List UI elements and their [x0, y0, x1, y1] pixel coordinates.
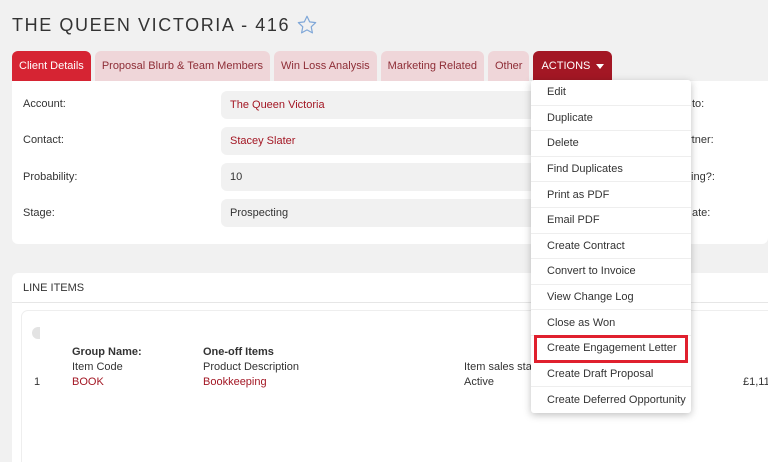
tab-client-details[interactable]: Client Details: [12, 51, 91, 81]
column-header-product-description: Product Description: [203, 361, 299, 373]
tab-bar: Client Details Proposal Blurb & Team Mem…: [12, 51, 613, 81]
right-label-2: rtner:: [688, 134, 714, 146]
account-value[interactable]: The Queen Victoria: [230, 99, 325, 111]
tab-label: Marketing Related: [387, 60, 477, 72]
tab-other[interactable]: Other: [487, 51, 530, 81]
menu-item-create-deferred-opportunity[interactable]: Create Deferred Opportunity: [531, 387, 691, 413]
tab-label: ACTIONS: [541, 60, 591, 72]
column-header-item-code: Item Code: [72, 361, 123, 373]
stage-field[interactable]: Prospecting: [221, 199, 551, 227]
title-row: THE QUEEN VICTORIA - 416: [12, 14, 318, 36]
actions-menu: Edit Duplicate Delete Find Duplicates Pr…: [531, 80, 691, 413]
menu-item-create-contract[interactable]: Create Contract: [531, 234, 691, 260]
column-header-item-sales-stage: Item sales stag: [464, 361, 538, 373]
account-field[interactable]: The Queen Victoria: [221, 91, 551, 119]
page-title: THE QUEEN VICTORIA - 416: [12, 14, 291, 35]
caret-down-icon: [596, 64, 605, 69]
item-status: Active: [464, 376, 494, 388]
product-description-link[interactable]: Bookkeeping: [203, 376, 267, 388]
tab-label: Win Loss Analysis: [281, 60, 370, 72]
probability-field[interactable]: 10: [221, 163, 551, 191]
group-name-label: Group Name:: [72, 346, 142, 358]
menu-item-edit[interactable]: Edit: [531, 80, 691, 106]
menu-item-find-duplicates[interactable]: Find Duplicates: [531, 157, 691, 183]
right-label-4: ate:: [692, 207, 711, 219]
scroll-handle[interactable]: [32, 327, 40, 339]
right-label-1: to:: [692, 98, 705, 110]
group-name-value: One-off Items: [203, 346, 274, 358]
probability-value: 10: [230, 171, 243, 183]
menu-item-close-as-won[interactable]: Close as Won: [531, 310, 691, 336]
tab-label: Client Details: [19, 60, 84, 72]
menu-item-delete[interactable]: Delete: [531, 131, 691, 157]
account-label: Account:: [23, 98, 66, 110]
contact-label: Contact:: [23, 134, 64, 146]
menu-item-create-draft-proposal[interactable]: Create Draft Proposal: [531, 362, 691, 388]
line-items-title: LINE ITEMS: [23, 281, 85, 294]
menu-item-duplicate[interactable]: Duplicate: [531, 106, 691, 132]
row-index: 1: [34, 376, 41, 388]
tab-marketing-related[interactable]: Marketing Related: [380, 51, 484, 81]
tab-label: Other: [494, 60, 523, 72]
tab-label: Proposal Blurb & Team Members: [101, 60, 264, 72]
stage-label: Stage:: [23, 207, 55, 219]
contact-value[interactable]: Stacey Slater: [230, 135, 295, 147]
actions-dropdown-button[interactable]: ACTIONS: [533, 51, 613, 81]
stage-value: Prospecting: [230, 207, 289, 219]
contact-field[interactable]: Stacey Slater: [221, 127, 551, 155]
menu-item-create-engagement-letter[interactable]: Create Engagement Letter: [534, 334, 688, 363]
menu-item-email-pdf[interactable]: Email PDF: [531, 208, 691, 234]
item-amount: £1,11: [743, 376, 768, 388]
item-code-link[interactable]: BOOK: [72, 376, 104, 388]
tab-proposal-blurb[interactable]: Proposal Blurb & Team Members: [94, 51, 271, 81]
tab-win-loss-analysis[interactable]: Win Loss Analysis: [274, 51, 377, 81]
probability-label: Probability:: [23, 171, 78, 183]
menu-item-convert-to-invoice[interactable]: Convert to Invoice: [531, 259, 691, 285]
menu-item-print-as-pdf[interactable]: Print as PDF: [531, 182, 691, 208]
right-label-3: ting?:: [688, 171, 715, 183]
menu-item-view-change-log[interactable]: View Change Log: [531, 285, 691, 311]
star-icon[interactable]: [296, 14, 318, 36]
